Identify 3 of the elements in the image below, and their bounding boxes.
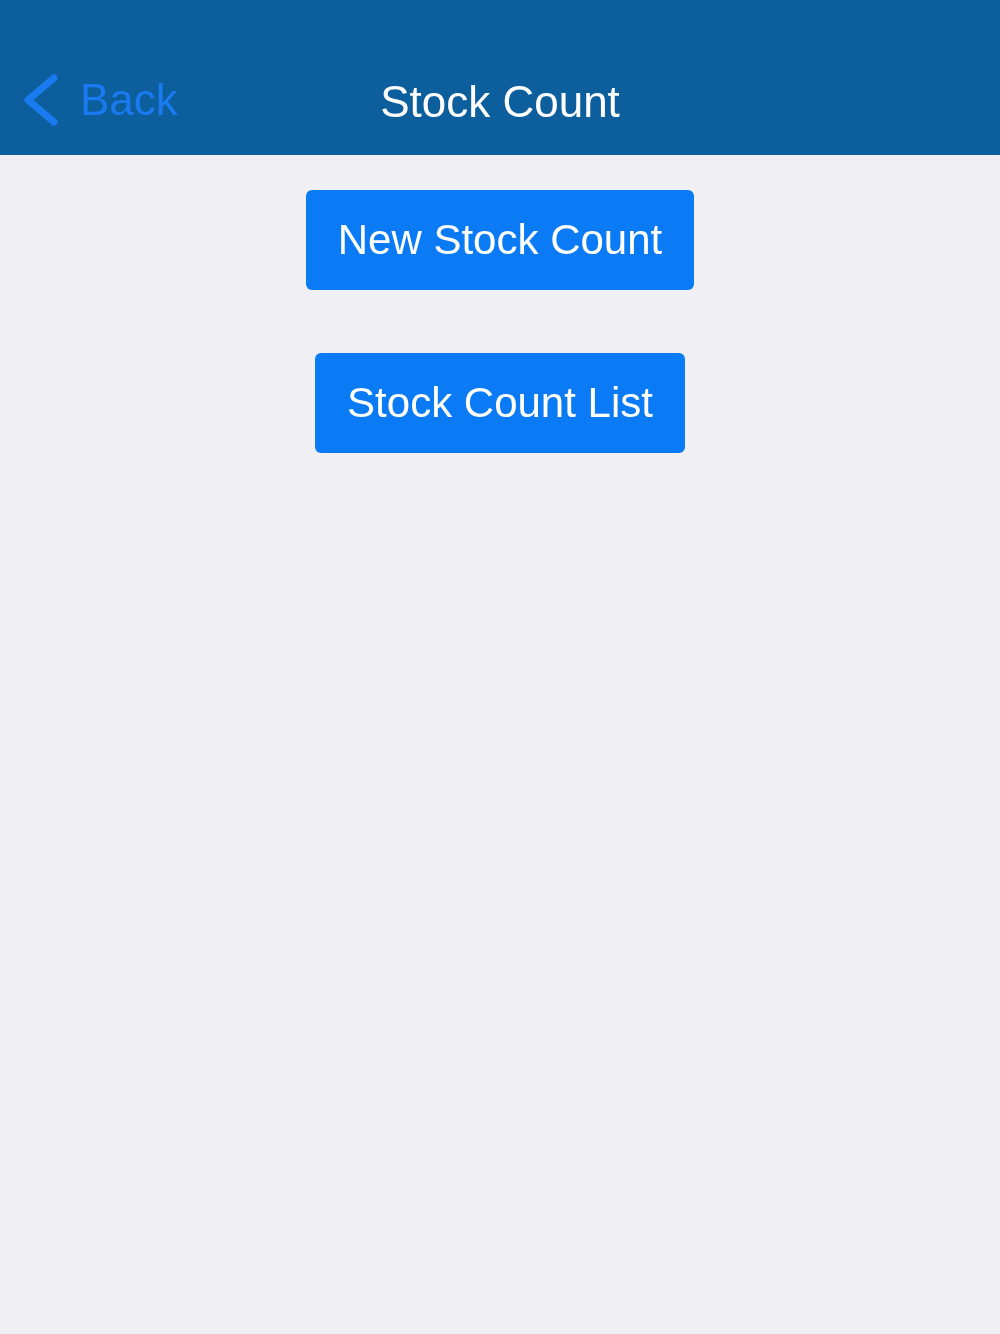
screen-title: Stock Count xyxy=(380,76,620,127)
action-button[interactable]: New Stock Count xyxy=(305,190,695,290)
action-button[interactable]: Stock Count List xyxy=(315,353,685,453)
